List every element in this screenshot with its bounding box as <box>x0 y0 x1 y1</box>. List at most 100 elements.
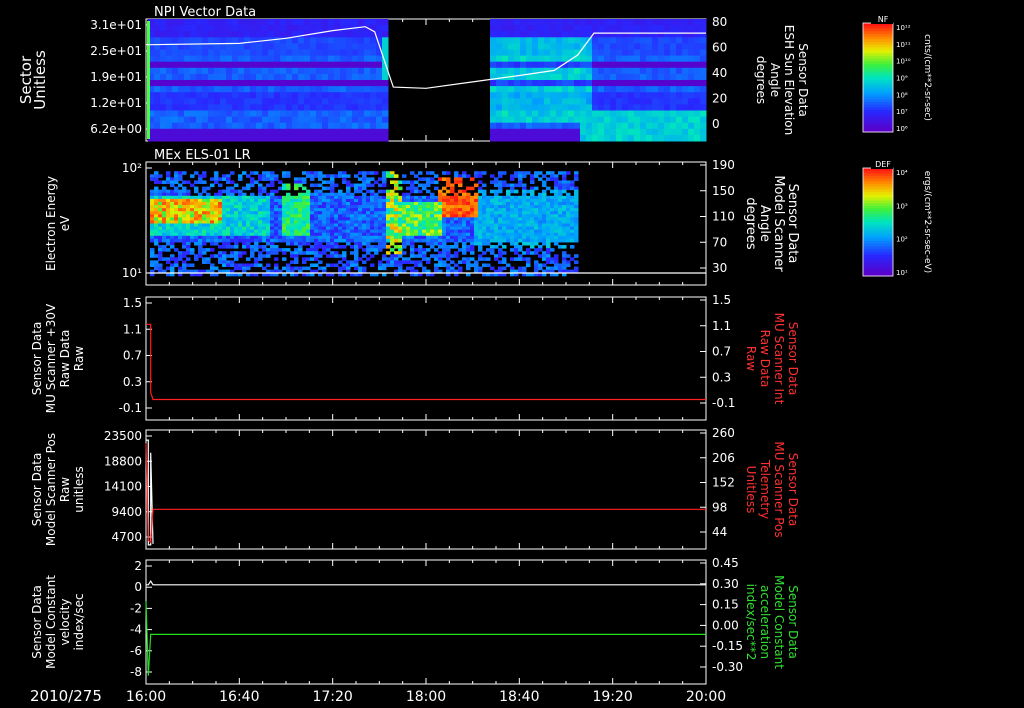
ytick-label: 6.2e+00 <box>90 122 142 136</box>
y2label-line: Sensor Data <box>786 453 800 527</box>
y2tick-label: 70 <box>712 235 727 249</box>
xtick-label: 17:20 <box>312 689 352 705</box>
y2label-line: Raw Data <box>758 330 772 388</box>
ylabel: Sensor Data Model Constant velocity index/s… <box>30 575 86 669</box>
y2label-line: Model Constant <box>772 575 786 669</box>
ytick-label: 1.1 <box>123 322 142 336</box>
y2tick-label: -0.30 <box>712 660 743 674</box>
y2label-line: Sensor Data <box>796 43 810 117</box>
y2tick-label: 0.00 <box>712 618 739 632</box>
y2label: Sensor DataMU Scanner IntRaw DataRaw <box>744 313 800 405</box>
series-line <box>145 443 706 544</box>
ytick-label: 9400 <box>111 505 142 519</box>
ytick-label: 2 <box>134 559 142 573</box>
ytick-label: -2 <box>130 601 142 615</box>
xtick-label: 18:40 <box>499 689 539 705</box>
figure: 3.1e+01 2.5e+01 1.9e+01 1.2e+01 6.2e+00 80 60 4… <box>17 4 932 705</box>
ylabel-line: Raw Data <box>58 330 72 388</box>
ylabel: SectorUnitless <box>17 50 49 110</box>
ylabel-line: Electron Energy <box>44 176 58 271</box>
y2tick-label: 0.7 <box>712 345 731 359</box>
ytick-label: 3.1e+01 <box>90 18 142 32</box>
y2tick-label: 98 <box>712 500 727 514</box>
ytick-label: -6 <box>130 644 142 658</box>
y2label-line: degrees <box>754 56 768 104</box>
series-line <box>146 579 706 586</box>
ylabel: Sensor Data Model Scanner Pos Raw unitless <box>30 433 86 546</box>
ytick-label: 1.5 <box>123 296 142 310</box>
ytick-label: 4700 <box>111 530 142 544</box>
ylabel: Electron Energy eV <box>44 176 72 271</box>
colorbar-units: ergs/(cm**2-sr-sec-eV) <box>922 171 932 273</box>
ylabel-line: Model Constant <box>44 575 58 669</box>
y2label-line: Unitless <box>744 466 758 514</box>
y2label-line: Angle <box>768 63 782 97</box>
xtick-label: 16:40 <box>219 689 259 705</box>
y2label-line: ESH Sun Elevation <box>782 25 796 135</box>
colorbar-tick: 10⁸ <box>896 91 908 99</box>
y2tick-label: 44 <box>712 525 727 539</box>
y2label-line: Raw <box>744 346 758 371</box>
ylabel-line: Raw <box>58 477 72 502</box>
colorbar-tick: 10⁶ <box>896 125 908 133</box>
colorbar-tick: 10¹¹ <box>896 41 911 49</box>
ylabel-line: Model Scanner Pos <box>44 433 58 546</box>
panel-title: MEx ELS-01 LR <box>154 148 251 163</box>
y2tick-label: 80 <box>712 15 727 29</box>
colorbar-tick: 10¹ <box>896 269 908 277</box>
date-label: 2010/275 <box>30 687 102 705</box>
spectrogram-1 <box>147 19 707 142</box>
colorbar-tick: 10⁴ <box>896 169 908 177</box>
ylabel-line: Raw <box>72 346 86 371</box>
ytick-label: 10² <box>122 161 142 175</box>
y2label-line: acceleration <box>758 585 772 659</box>
y2tick-label: 152 <box>712 476 735 490</box>
ytick-label: 0 <box>134 580 142 594</box>
y2label-line: degrees <box>743 197 758 250</box>
ytick-label: -4 <box>130 623 142 637</box>
y2tick-label: 0.3 <box>712 370 731 384</box>
colorbar-units-text: cnts/(cm**2-sr-sec) <box>922 34 932 121</box>
y2tick-label: 60 <box>712 41 727 55</box>
xtick-label: 16:00 <box>126 689 166 705</box>
colorbar-tick: 10⁹ <box>896 75 908 83</box>
y2label-line: MU Scanner Pos <box>772 441 786 537</box>
ylabel-line: unitless <box>72 466 86 512</box>
y2label-line: index/sec**2 <box>744 584 758 661</box>
ylabel-line: velocity <box>58 599 72 646</box>
y2tick-label: 150 <box>712 184 735 198</box>
y2tick-label: 260 <box>712 426 735 440</box>
panel-frame-4 <box>145 429 707 550</box>
ylabel-line: MU Scanner +30V <box>44 303 58 413</box>
series-line <box>146 323 706 401</box>
ylabel-line: Unitless <box>31 50 49 110</box>
y2tick-label: 110 <box>712 210 735 224</box>
xtick-label: 20:00 <box>686 689 726 705</box>
y2tick-label: 30 <box>712 261 727 275</box>
colorbar-tick: 10¹⁰ <box>896 58 911 66</box>
colorbar-2: DEF 10⁴ 10³ 10² 10¹ ergs/(cm**2-sr-sec-eV) <box>862 159 932 277</box>
y2label-line: Angle <box>757 205 772 242</box>
ytick-label: 1.2e+01 <box>90 96 142 110</box>
ytick-label: 2.5e+01 <box>90 44 142 58</box>
ylabel-line: Sensor Data <box>30 322 44 396</box>
ytick-label: 23500 <box>104 429 142 443</box>
y2tick-label: 206 <box>712 451 735 465</box>
ytick-label: 14100 <box>104 480 142 494</box>
y2tick-label: 1.5 <box>712 293 731 307</box>
ytick-label: 0.7 <box>123 349 142 363</box>
colorbar-units: cnts/(cm**2-sr-sec) <box>922 34 932 121</box>
series-line <box>145 601 706 676</box>
y2label-line: Sensor Data <box>786 585 800 659</box>
colorbar-label: DEF <box>875 160 891 169</box>
spectrogram-2 <box>150 171 579 277</box>
y2tick-label: 1.1 <box>712 319 731 333</box>
y2label-line: Model Scanner <box>771 175 786 272</box>
y2tick-label: 0.30 <box>712 577 739 591</box>
ylabel: Sensor Data MU Scanner +30V Raw Data Raw <box>30 303 86 413</box>
ytick-label: 10¹ <box>122 266 142 280</box>
ytick-label: 1.9e+01 <box>90 70 142 84</box>
y2label-line: Sensor Data <box>785 184 800 264</box>
ylabel-line: eV <box>58 215 72 231</box>
ytick-label: -8 <box>130 665 142 679</box>
